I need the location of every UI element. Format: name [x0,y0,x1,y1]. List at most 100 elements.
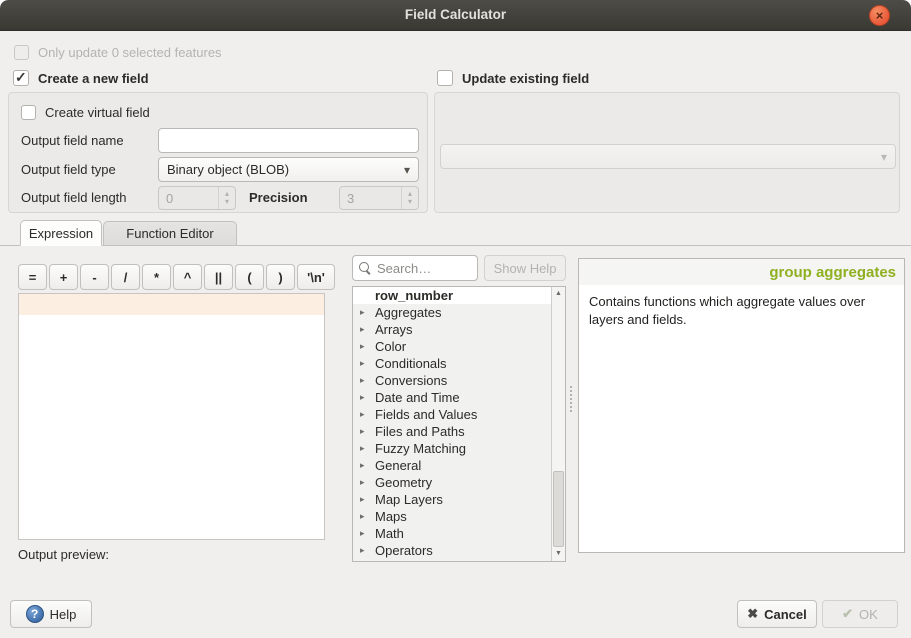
operator-button[interactable]: / [111,264,140,290]
selected-type-value: Binary object (BLOB) [167,162,289,177]
create-new-field-checkbox[interactable]: Create a new field [13,70,149,86]
precision-spinner: 3 ▴▾ [339,186,419,210]
search-icon [359,262,372,275]
show-help-button: Show Help [484,255,566,281]
operator-button[interactable]: ^ [173,264,202,290]
operator-button[interactable]: ( [235,264,264,290]
create-virtual-field-checkbox[interactable]: Create virtual field [21,105,150,120]
function-group-row[interactable]: ▸Date and Time [353,389,551,406]
spinner-arrows-icon: ▴▾ [218,187,235,209]
function-group-row[interactable]: ▸Fields and Values [353,406,551,423]
expand-triangle-icon[interactable]: ▸ [360,491,365,508]
output-field-type-label: Output field type [21,162,116,177]
operator-button[interactable]: * [142,264,171,290]
checkbox-icon [14,45,29,60]
output-preview-label: Output preview: [18,547,109,562]
function-group-row[interactable]: ▸Aggregates [353,304,551,321]
function-group-row[interactable]: ▸Arrays [353,321,551,338]
close-icon: × [876,8,884,23]
expand-triangle-icon[interactable]: ▸ [360,338,365,355]
create-new-field-label: Create a new field [38,71,149,86]
expand-triangle-icon[interactable]: ▸ [360,508,365,525]
create-virtual-field-label: Create virtual field [45,105,150,120]
close-button[interactable]: × [869,5,890,26]
help-button-label: Help [50,607,77,622]
ok-check-icon: ✔ [842,606,853,622]
ok-button: ✔ OK [822,600,898,628]
output-field-name-input[interactable] [158,128,419,153]
function-group-row[interactable]: ▸General [353,457,551,474]
operator-button[interactable]: || [204,264,233,290]
help-icon: ? [26,605,44,623]
tab-expression[interactable]: Expression [20,220,102,246]
panel-splitter-handle[interactable] [570,386,573,412]
function-item-selected[interactable]: row_number [353,287,551,304]
cancel-button-label: Cancel [764,607,807,622]
existing-field-group: ▾ [434,92,900,213]
show-help-label: Show Help [494,261,557,276]
ok-button-label: OK [859,607,878,622]
operator-button[interactable]: ) [266,264,295,290]
only-update-label: Only update 0 selected features [38,45,222,60]
function-group-row[interactable]: ▸Math [353,525,551,542]
existing-field-select: ▾ [440,144,896,169]
cancel-button[interactable]: ✖ Cancel [737,600,817,628]
expand-triangle-icon[interactable]: ▸ [360,474,365,491]
expand-triangle-icon[interactable]: ▸ [360,457,365,474]
help-button[interactable]: ? Help [10,600,92,628]
scrollbar-thumb[interactable] [553,471,564,547]
function-group-row[interactable]: ▸Color [353,338,551,355]
chevron-down-icon: ▾ [881,150,887,164]
output-field-name-label: Output field name [21,133,124,148]
cancel-x-icon: ✖ [747,606,758,622]
function-group-row[interactable]: ▸Operators [353,542,551,559]
output-field-length-label: Output field length [21,190,127,205]
operator-button[interactable]: + [49,264,78,290]
window-title: Field Calculator [0,7,911,22]
only-update-checkbox: Only update 0 selected features [14,45,222,60]
expand-triangle-icon[interactable]: ▸ [360,355,365,372]
help-panel-body: Contains functions which aggregate value… [579,285,904,337]
expand-triangle-icon[interactable]: ▸ [360,389,365,406]
function-group-row[interactable]: ▸Conditionals [353,355,551,372]
scroll-down-icon[interactable]: ▼ [552,547,565,561]
spinner-arrows-icon: ▴▾ [401,187,418,209]
expression-editor[interactable] [18,293,325,540]
search-input[interactable] [377,261,462,276]
expand-triangle-icon[interactable]: ▸ [360,372,365,389]
update-existing-field-checkbox[interactable]: Update existing field [437,70,589,86]
title-bar[interactable]: Field Calculator × [0,0,911,31]
operator-button-row: =+-/*^||()'\n' [18,264,335,290]
help-panel-header: group aggregates [579,259,904,285]
tab-expression-label: Expression [29,226,93,241]
expand-triangle-icon[interactable]: ▸ [360,440,365,457]
function-group-row[interactable]: ▸Maps [353,508,551,525]
chevron-down-icon: ▾ [404,163,410,177]
function-tree[interactable]: row_number▸Aggregates▸Arrays▸Color▸Condi… [352,286,566,562]
expand-triangle-icon[interactable]: ▸ [360,304,365,321]
scroll-up-icon[interactable]: ▲ [552,287,565,301]
function-group-row[interactable]: ▸Fuzzy Matching [353,440,551,457]
expand-triangle-icon[interactable]: ▸ [360,542,365,559]
expand-triangle-icon[interactable]: ▸ [360,321,365,338]
function-group-row[interactable]: ▸Conversions [353,372,551,389]
field-calculator-dialog: Field Calculator × Only update 0 selecte… [0,0,911,638]
tab-function-editor[interactable]: Function Editor [103,221,237,246]
function-group-row[interactable]: ▸Geometry [353,474,551,491]
checkbox-unchecked-icon [21,105,36,120]
expand-triangle-icon[interactable]: ▸ [360,406,365,423]
function-tree-scrollbar[interactable]: ▲ ▼ [551,287,565,561]
function-group-row[interactable]: ▸Files and Paths [353,423,551,440]
precision-label: Precision [249,190,308,205]
current-line-highlight [19,294,324,315]
length-value: 0 [159,191,218,206]
operator-button[interactable]: = [18,264,47,290]
function-search[interactable] [352,255,478,281]
expand-triangle-icon[interactable]: ▸ [360,423,365,440]
function-group-row[interactable]: ▸Map Layers [353,491,551,508]
expand-triangle-icon[interactable]: ▸ [360,525,365,542]
operator-button[interactable]: '\n' [297,264,335,290]
operator-button[interactable]: - [80,264,109,290]
output-field-type-select[interactable]: Binary object (BLOB) ▾ [158,157,419,182]
checkbox-unchecked-icon [437,70,453,86]
